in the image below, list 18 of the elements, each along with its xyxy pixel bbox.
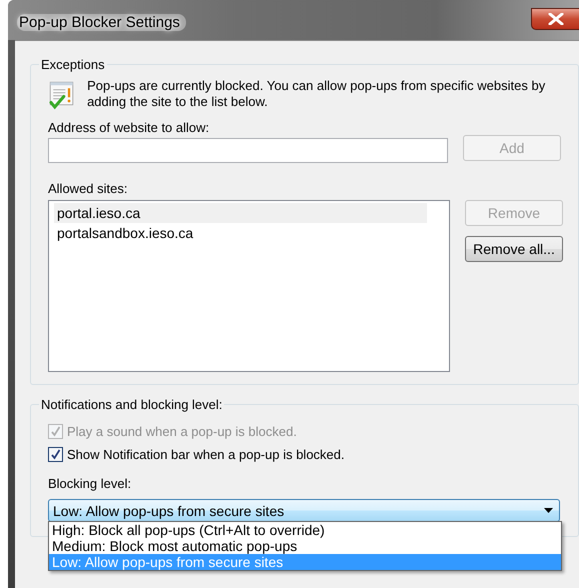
close-button[interactable] [531,8,579,30]
dropdown-option[interactable]: High: Block all pop-ups (Ctrl+Alt to override) [49,522,561,538]
site-list-item[interactable]: portalsandbox.ieso.ca [54,223,427,243]
address-label: Address of website to allow: [48,120,210,135]
checkbox-label: Show Notification bar when a pop-up is blocked. [67,447,344,462]
remove-all-button[interactable]: Remove all... [465,236,563,262]
checkbox[interactable] [48,447,63,462]
close-icon [548,13,564,25]
info-message: Pop-ups are currently blocked. You can allow pop-ups from specific websites by adding the site to the list below. [87,78,546,110]
dropdown-option[interactable]: Medium: Block most automatic pop-ups [49,538,561,554]
dropdown-arrow-icon [544,508,553,513]
blocking-level-label: Blocking level: [48,476,132,491]
address-input-field[interactable] [48,138,448,163]
group-heading: Notifications and blocking level: [40,397,224,412]
site-list-item[interactable]: portal.ieso.ca [54,203,427,223]
allowed-sites-label: Allowed sites: [48,181,128,196]
group-heading: Exceptions [40,57,106,72]
checkbox-label: Play a sound when a pop-up is blocked. [67,424,297,439]
